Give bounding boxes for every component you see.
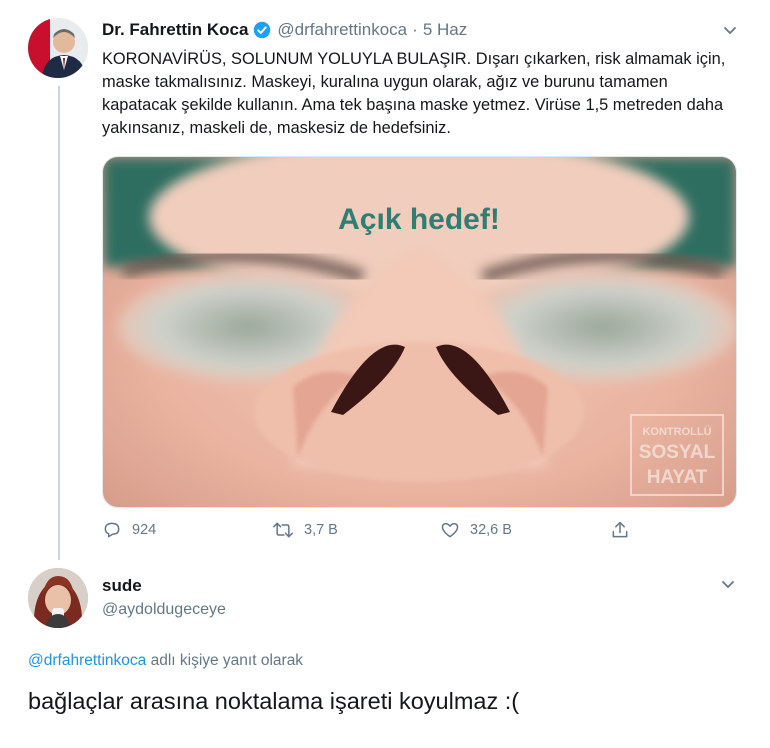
reply-author-name[interactable]: sude	[102, 576, 142, 596]
retweet-icon	[273, 522, 293, 538]
reply-to-suffix: adlı kişiye yanıt olarak	[146, 652, 304, 669]
chevron-down-icon[interactable]	[722, 22, 738, 38]
reply-author-avatar[interactable]	[28, 568, 88, 628]
reply-button[interactable]: 924	[102, 520, 156, 540]
tweet-actions: 924 3,7 B 32,6 B	[102, 520, 642, 544]
watermark-line3: HAYAT	[647, 467, 708, 488]
tweet-image[interactable]: KONTROLLÜ SOSYAL HAYAT Açık hedef!	[102, 156, 737, 508]
author-handle[interactable]: @drfahrettinkoca	[277, 20, 407, 40]
image-headline: Açık hedef!	[338, 203, 500, 236]
like-count: 32,6 B	[470, 522, 512, 538]
reply-to-mention[interactable]: @drfahrettinkoca	[28, 652, 146, 669]
reply-text: bağlaçlar arasına noktalama işareti koyu…	[28, 688, 520, 714]
reply-icon	[104, 522, 120, 538]
reply-context: @drfahrettinkoca adlı kişiye yanıt olara…	[28, 652, 303, 670]
retweet-count: 3,7 B	[304, 522, 338, 538]
separator-dot: ·	[412, 20, 418, 39]
share-button[interactable]	[610, 520, 640, 540]
like-button[interactable]: 32,6 B	[440, 520, 512, 540]
reply-count: 924	[132, 522, 157, 538]
tweet-header: Dr. Fahrettin Koca @drfahrettinkoca · 5 …	[102, 20, 467, 40]
watermark-line2: SOSYAL	[639, 442, 716, 463]
retweet-button[interactable]: 3,7 B	[272, 520, 338, 540]
verified-badge-icon	[253, 21, 271, 39]
like-icon	[441, 523, 459, 538]
author-name[interactable]: Dr. Fahrettin Koca	[102, 20, 248, 40]
tweet-text: KORONAVİRÜS, SOLUNUM YOLUYLA BULAŞIR. Dı…	[102, 50, 726, 137]
share-icon	[612, 521, 628, 538]
watermark-line1: KONTROLLÜ	[642, 425, 711, 438]
reply-author-handle[interactable]: @aydoldugeceye	[102, 601, 226, 619]
reply-chevron-down-icon[interactable]	[720, 576, 736, 592]
tweet-date[interactable]: 5 Haz	[423, 20, 467, 40]
author-avatar[interactable]	[28, 18, 88, 78]
thread-line	[58, 86, 60, 560]
